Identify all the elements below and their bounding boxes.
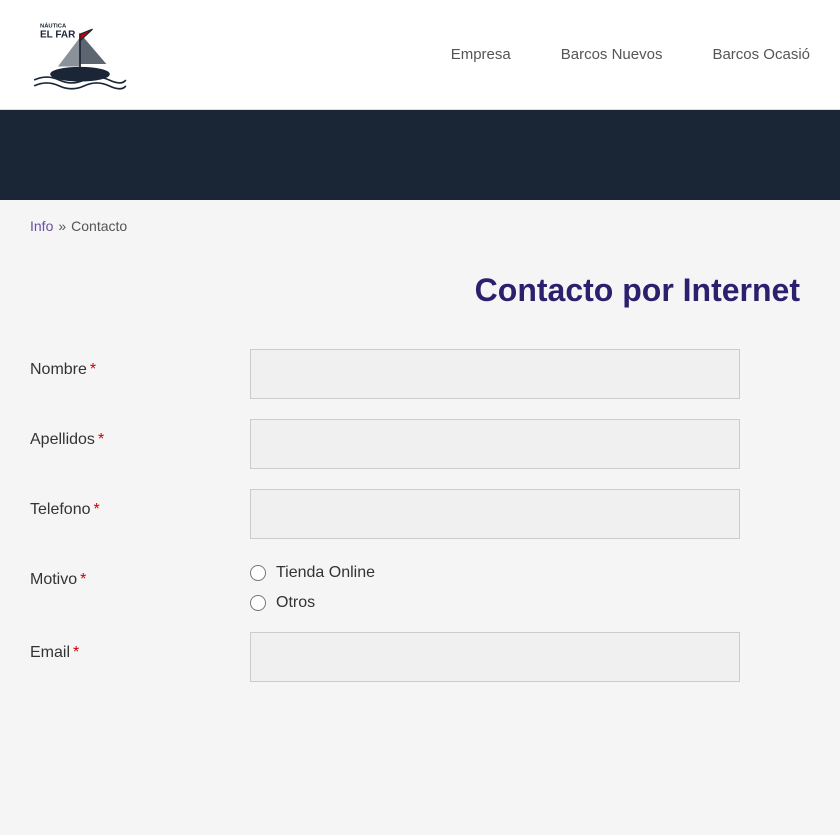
email-label: Email* xyxy=(30,632,250,662)
svg-text:EL FAR: EL FAR xyxy=(40,29,76,40)
nombre-label: Nombre* xyxy=(30,349,250,379)
header: NÁUTICA EL FAR Empresa Barcos Nuevos Bar… xyxy=(0,0,840,110)
breadcrumb-current: Contacto xyxy=(71,218,127,234)
motivo-required-star: * xyxy=(80,571,86,588)
apellidos-required-star: * xyxy=(98,431,104,448)
telefono-required-star: * xyxy=(94,501,100,518)
logo-image: NÁUTICA EL FAR xyxy=(30,15,130,95)
breadcrumb: Info » Contacto xyxy=(0,200,840,252)
motivo-option-otros[interactable]: Otros xyxy=(250,594,740,612)
motivo-radio-otros[interactable] xyxy=(250,595,266,611)
nombre-input[interactable] xyxy=(250,349,740,399)
logo-area: NÁUTICA EL FAR xyxy=(30,15,130,95)
motivo-otros-label: Otros xyxy=(276,594,315,612)
nav-item-barcos-nuevos[interactable]: Barcos Nuevos xyxy=(561,46,663,63)
dark-banner xyxy=(0,110,840,200)
telefono-label: Telefono* xyxy=(30,489,250,519)
main-content: Contacto por Internet Nombre* Apellidos*… xyxy=(0,252,840,742)
breadcrumb-separator: » xyxy=(58,218,66,234)
apellidos-label: Apellidos* xyxy=(30,419,250,449)
motivo-radio-tienda-online[interactable] xyxy=(250,565,266,581)
nav-menu: Empresa Barcos Nuevos Barcos Ocasió xyxy=(451,46,810,63)
nombre-row: Nombre* xyxy=(30,349,810,399)
email-input[interactable] xyxy=(250,632,740,682)
telefono-input[interactable] xyxy=(250,489,740,539)
telefono-row: Telefono* xyxy=(30,489,810,539)
email-required-star: * xyxy=(73,644,79,661)
motivo-option-tienda-online[interactable]: Tienda Online xyxy=(250,564,740,582)
page-title: Contacto por Internet xyxy=(30,272,810,309)
email-row: Email* xyxy=(30,632,810,682)
motivo-radio-group: Tienda Online Otros xyxy=(250,559,740,612)
nombre-required-star: * xyxy=(90,361,96,378)
nav-item-barcos-ocasion[interactable]: Barcos Ocasió xyxy=(712,46,810,63)
motivo-tienda-online-label: Tienda Online xyxy=(276,564,375,582)
breadcrumb-info-link[interactable]: Info xyxy=(30,218,53,234)
svg-text:NÁUTICA: NÁUTICA xyxy=(40,22,67,29)
apellidos-row: Apellidos* xyxy=(30,419,810,469)
contact-form: Nombre* Apellidos* Telefono* Motivo* xyxy=(30,349,810,682)
motivo-label: Motivo* xyxy=(30,559,250,589)
motivo-row: Motivo* Tienda Online Otros xyxy=(30,559,810,612)
nav-item-empresa[interactable]: Empresa xyxy=(451,46,511,63)
apellidos-input[interactable] xyxy=(250,419,740,469)
